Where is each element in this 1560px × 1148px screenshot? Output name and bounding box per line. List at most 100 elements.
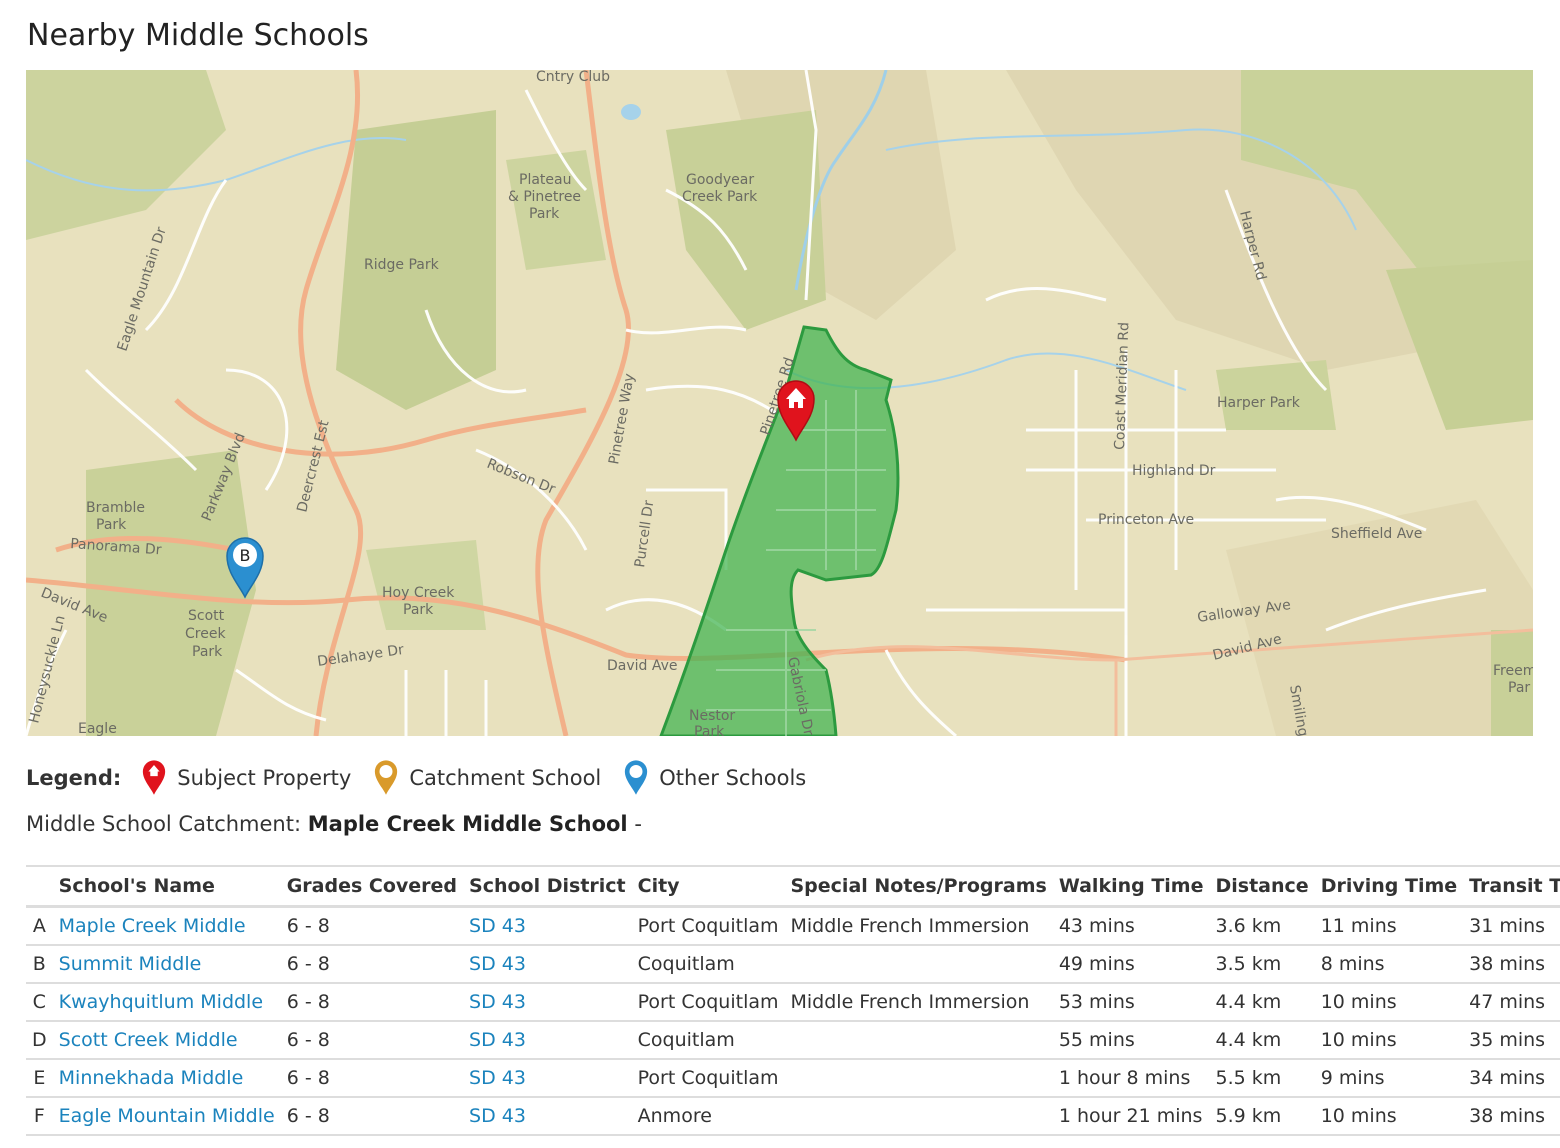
map-label: Creek — [185, 626, 226, 642]
map-label: Freem — [1493, 663, 1533, 679]
row-letter: C — [26, 983, 53, 1022]
notes-cell — [784, 1059, 1053, 1098]
grades-cell: 6 - 8 — [280, 1059, 464, 1098]
row-letter: D — [26, 1021, 53, 1060]
map-label: & Pinetree — [508, 189, 581, 205]
map-canvas[interactable]: Cntry Club Plateau & Pinetree Park Goody… — [26, 70, 1533, 736]
table-row: B Summit Middle 6 - 8 SD 43 Coquitlam 49… — [26, 945, 1560, 984]
walking-cell: 55 mins — [1052, 1021, 1210, 1060]
legend-item-subject-property: Subject Property — [141, 759, 351, 797]
city-cell: Coquitlam — [631, 945, 785, 984]
map-label: Highland Dr — [1132, 463, 1216, 479]
column-header: School's Name — [52, 865, 281, 908]
pond — [621, 104, 641, 120]
walking-cell: 1 hour 8 mins — [1052, 1059, 1210, 1098]
driving-cell: 10 mins — [1314, 983, 1464, 1022]
map-label: Princeton Ave — [1098, 512, 1194, 528]
map-label: Cntry Club — [536, 70, 610, 85]
column-header: Grades Covered — [280, 865, 464, 908]
catchment-school-name: Maple Creek Middle School — [307, 812, 628, 836]
driving-cell: 11 mins — [1314, 906, 1464, 946]
driving-cell: 10 mins — [1314, 1021, 1464, 1060]
marker-letter: B — [240, 546, 251, 565]
distance-cell: 3.5 km — [1209, 945, 1315, 984]
legend-item-catchment-school: Catchment School — [373, 759, 601, 797]
table-header-row: School's Name Grades Covered School Dist… — [26, 865, 1560, 908]
red-house-pin-icon — [143, 760, 166, 795]
school-name-link[interactable]: Minnekhada Middle — [59, 1067, 244, 1089]
blue-pin-icon — [625, 760, 648, 795]
district-link[interactable]: SD 43 — [469, 1105, 526, 1127]
column-header: Special Notes/Programs — [784, 865, 1053, 908]
city-cell: Anmore — [631, 1097, 785, 1136]
catchment-label: Middle School Catchment: — [26, 812, 302, 836]
map-label: Nestor — [689, 708, 735, 724]
school-name-link[interactable]: Maple Creek Middle — [59, 915, 246, 937]
transit-cell: 31 mins — [1463, 906, 1560, 946]
driving-cell: 10 mins — [1314, 1097, 1464, 1136]
row-letter: B — [26, 945, 53, 984]
legend-label: Subject Property — [177, 766, 352, 790]
distance-cell: 5.9 km — [1209, 1097, 1315, 1136]
notes-cell: Middle French Immersion — [784, 906, 1053, 946]
column-header: Driving Time — [1314, 865, 1464, 908]
map-label: Ridge Park — [364, 257, 440, 273]
school-name-link[interactable]: Scott Creek Middle — [59, 1029, 238, 1051]
map-label: Park — [529, 206, 560, 222]
distance-cell: 4.4 km — [1209, 1021, 1315, 1060]
map-label: Hoy Creek — [382, 585, 455, 601]
city-cell: Port Coquitlam — [631, 1059, 785, 1098]
map-label: Sheffield Ave — [1331, 526, 1422, 542]
catchment-suffix: - — [634, 812, 642, 836]
map-label: Park — [403, 602, 434, 618]
distance-cell: 3.6 km — [1209, 906, 1315, 946]
map-label: Scott — [188, 608, 225, 624]
grades-cell: 6 - 8 — [280, 1097, 464, 1136]
row-letter: E — [26, 1059, 53, 1098]
legend-label: Other Schools — [659, 766, 807, 790]
walking-cell: 49 mins — [1052, 945, 1210, 984]
map-label: Goodyear — [686, 172, 754, 188]
row-letter: A — [26, 906, 53, 946]
map-label: Park — [192, 644, 223, 660]
map[interactable]: Cntry Club Plateau & Pinetree Park Goody… — [26, 70, 1533, 736]
page-title: Nearby Middle Schools — [27, 18, 369, 53]
column-header: School District — [463, 865, 632, 908]
city-cell: Coquitlam — [631, 1021, 785, 1060]
transit-cell: 38 mins — [1463, 945, 1560, 984]
school-name-link[interactable]: Kwayhquitlum Middle — [59, 991, 263, 1013]
grades-cell: 6 - 8 — [280, 1021, 464, 1060]
school-name-link[interactable]: Eagle Mountain Middle — [59, 1105, 275, 1127]
map-label: Eagle — [78, 721, 117, 736]
column-header: Walking Time — [1052, 865, 1210, 908]
map-label: Creek Park — [682, 189, 758, 205]
map-label: Par — [1508, 680, 1530, 696]
notes-cell — [784, 1021, 1053, 1060]
map-label: Park — [694, 724, 725, 736]
map-label: David Ave — [607, 658, 678, 674]
map-label: Bramble — [86, 500, 145, 516]
grades-cell: 6 - 8 — [280, 945, 464, 984]
notes-cell — [784, 1097, 1053, 1136]
school-name-link[interactable]: Summit Middle — [59, 953, 202, 975]
grades-cell: 6 - 8 — [280, 983, 464, 1022]
district-link[interactable]: SD 43 — [469, 1067, 526, 1089]
district-link[interactable]: SD 43 — [469, 953, 526, 975]
driving-cell: 8 mins — [1314, 945, 1464, 984]
district-link[interactable]: SD 43 — [469, 1029, 526, 1051]
table-row: E Minnekhada Middle 6 - 8 SD 43 Port Coq… — [26, 1059, 1560, 1098]
schools-table: School's Name Grades Covered School Dist… — [26, 865, 1560, 1136]
map-legend: Legend: Subject Property Catchment Schoo… — [26, 758, 828, 798]
table-row: C Kwayhquitlum Middle 6 - 8 SD 43 Port C… — [26, 983, 1560, 1022]
map-label: Harper Park — [1217, 395, 1301, 411]
row-letter: F — [26, 1097, 53, 1136]
district-link[interactable]: SD 43 — [469, 991, 526, 1013]
transit-cell: 47 mins — [1463, 983, 1560, 1022]
district-link[interactable]: SD 43 — [469, 915, 526, 937]
transit-cell: 38 mins — [1463, 1097, 1560, 1136]
catchment-info: Middle School Catchment: Maple Creek Mid… — [26, 812, 642, 836]
distance-cell: 5.5 km — [1209, 1059, 1315, 1098]
column-header: Distance — [1209, 865, 1315, 908]
column-header: Transit Time — [1463, 865, 1560, 908]
legend-label: Catchment School — [409, 766, 602, 790]
